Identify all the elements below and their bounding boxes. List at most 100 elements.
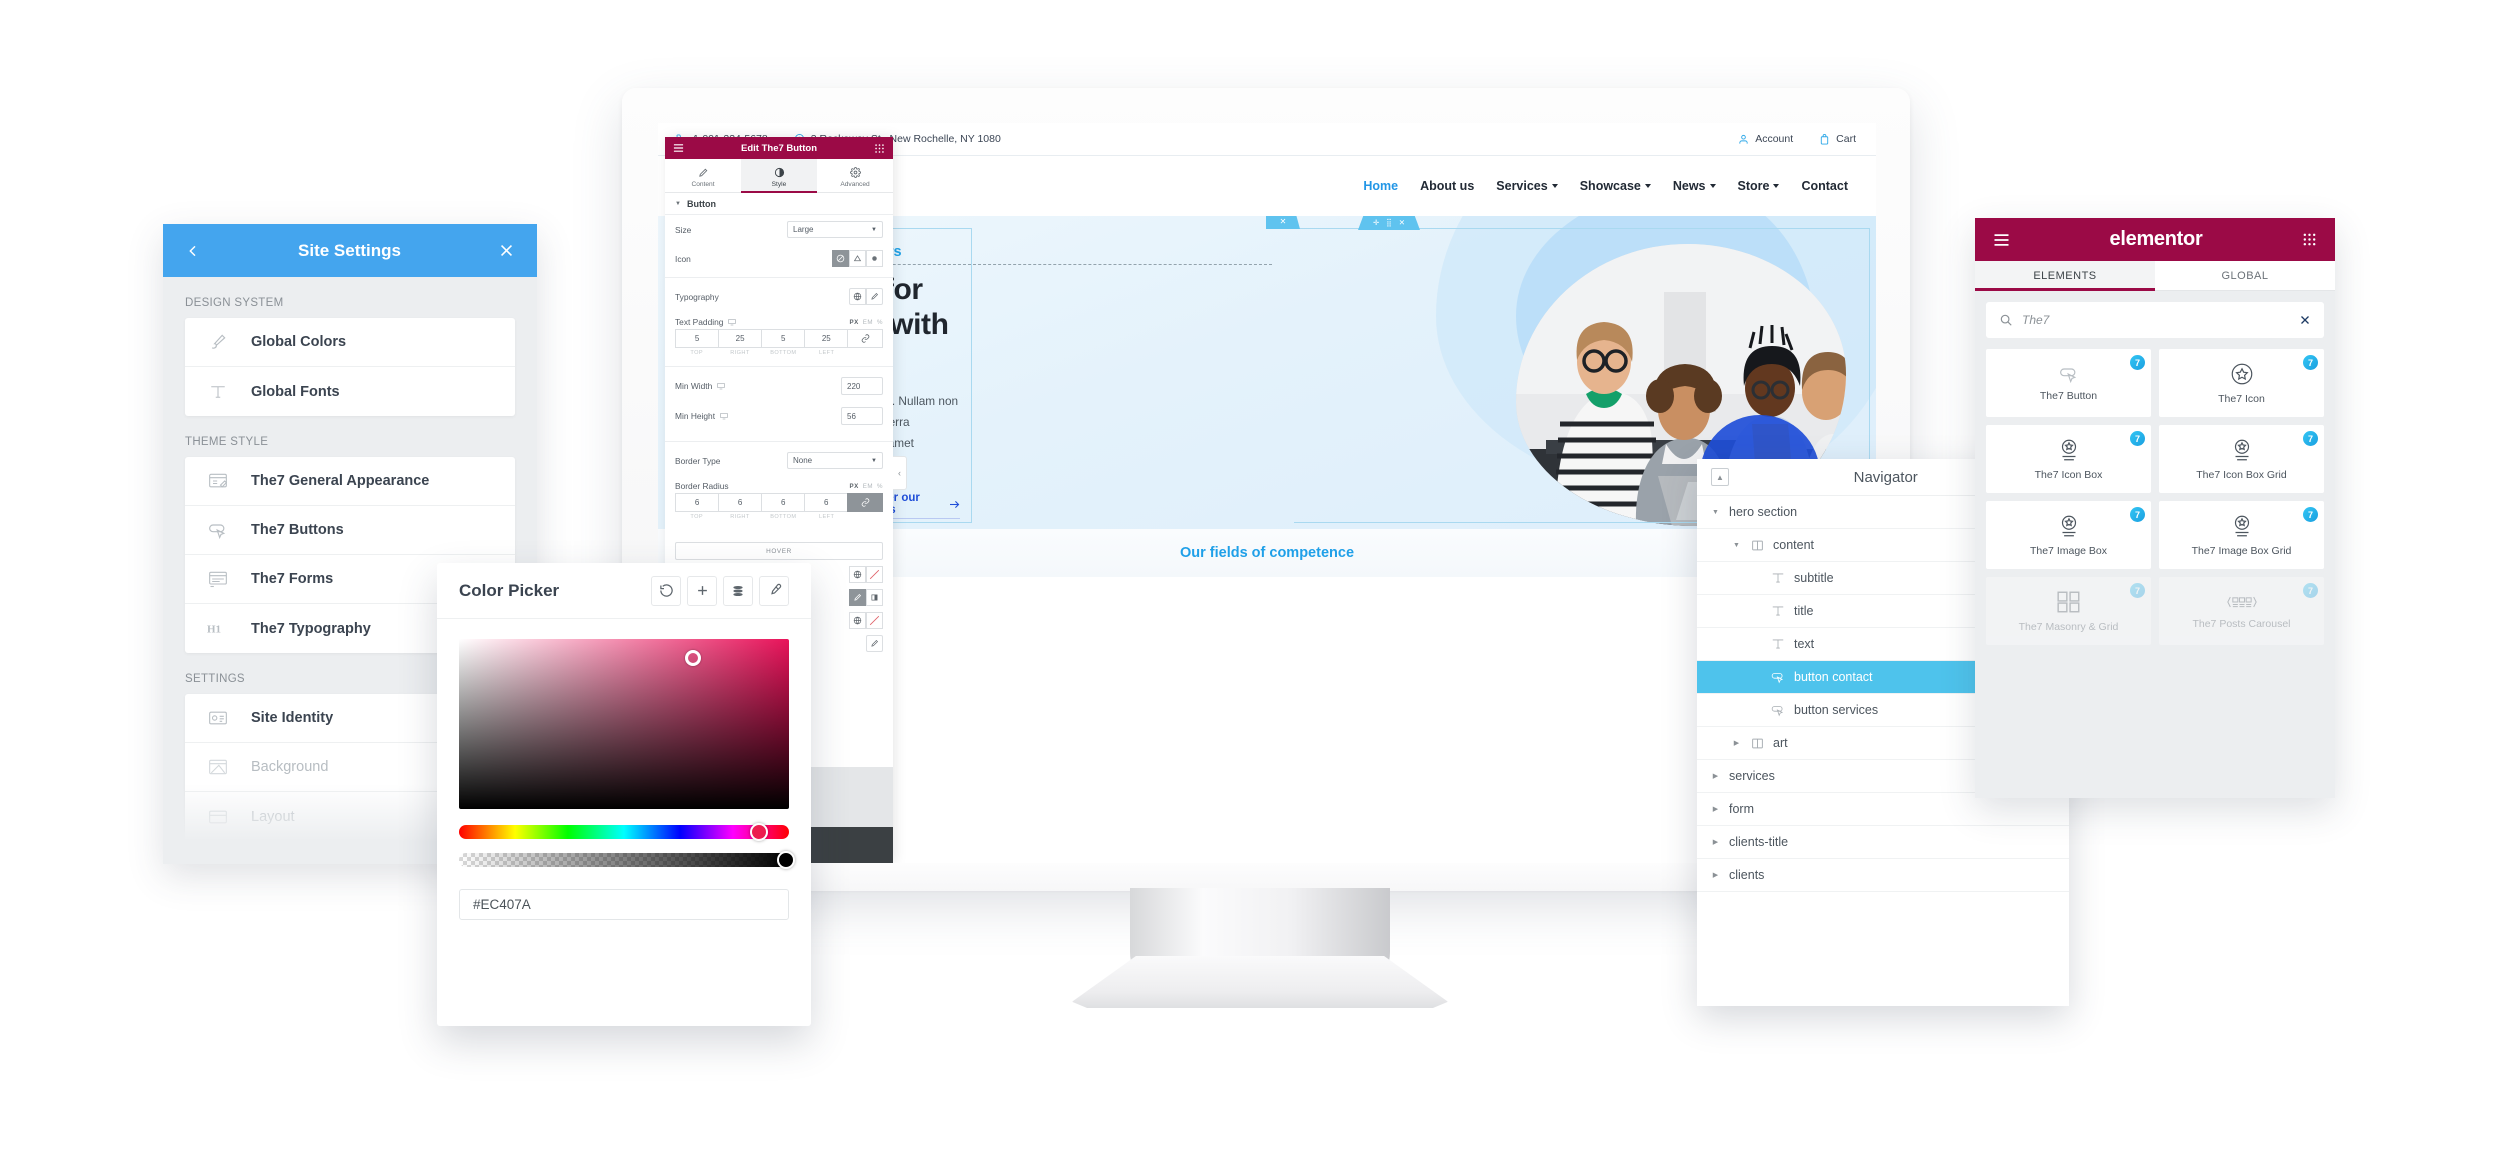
handle-icon[interactable]: ⣿ — [1386, 218, 1392, 227]
no-color-icon[interactable] — [866, 566, 883, 583]
no-color-icon[interactable] — [866, 612, 883, 629]
add-icon[interactable] — [687, 575, 717, 606]
hover-tab[interactable]: HOVER — [675, 542, 883, 560]
chevron-right-icon[interactable]: ▶ — [1711, 838, 1720, 846]
widget-card-the7-icon-box-grid[interactable]: 7 The7 Icon Box Grid — [2159, 425, 2324, 493]
settings-item-the7-general-appearance[interactable]: The7 General Appearance — [185, 457, 515, 506]
chevron-left-icon[interactable] — [185, 243, 201, 259]
padding-right-input[interactable]: 25 — [718, 329, 762, 348]
nav-item-showcase[interactable]: Showcase — [1580, 179, 1651, 193]
section-toolbar[interactable]: ✛ ⣿ ✕ — [1358, 216, 1420, 230]
tab-style[interactable]: Style — [741, 159, 817, 193]
size-select[interactable]: Large ▼ — [787, 221, 883, 238]
padding-left-input[interactable]: 25 — [804, 329, 848, 348]
border-type-select[interactable]: None ▼ — [787, 452, 883, 469]
edit-style-icon[interactable] — [866, 635, 883, 652]
nav-item-news[interactable]: News — [1673, 179, 1716, 193]
chevron-right-icon[interactable]: ▶ — [1711, 772, 1720, 780]
tab-content[interactable]: Content — [665, 159, 741, 192]
tab-elements[interactable]: ELEMENTS — [1975, 261, 2155, 291]
swatches-icon[interactable] — [723, 575, 753, 606]
widget-panel: elementor ELEMENTS GLOBAL The7 7 The7 But… — [1975, 218, 2335, 798]
radius-top-input[interactable]: 6 — [675, 493, 719, 512]
hue-slider[interactable] — [459, 823, 789, 841]
settings-item-global-fonts[interactable]: Global Fonts — [185, 367, 515, 416]
globe-icon[interactable] — [849, 288, 866, 305]
padding-bottom-input[interactable]: 5 — [761, 329, 805, 348]
min-width-input[interactable]: 220 — [841, 377, 883, 395]
edit-panel-section-button[interactable]: ▼ Button — [665, 193, 893, 215]
nav-item-about-us[interactable]: About us — [1420, 179, 1474, 193]
hero-close-tab[interactable]: ✕ — [1266, 216, 1300, 229]
globe-icon[interactable] — [849, 566, 866, 583]
chevron-down-icon — [1551, 184, 1558, 188]
alpha-slider-knob[interactable] — [776, 851, 795, 869]
panel-collapse-button[interactable]: ‹ — [893, 456, 907, 490]
navigator-item-clients-title[interactable]: ▶ clients-title — [1697, 826, 2069, 859]
alpha-slider[interactable] — [459, 851, 795, 869]
navigator-item-label: title — [1794, 604, 1814, 618]
chevron-down-icon[interactable]: ▼ — [1732, 542, 1741, 549]
widget-card-the7-icon-box[interactable]: 7 The7 Icon Box — [1986, 425, 2151, 493]
brush-icon[interactable] — [849, 589, 866, 606]
widget-card-the7-image-box-grid[interactable]: 7 The7 Image Box Grid — [2159, 501, 2324, 569]
widget-card-the7-image-box[interactable]: 7 The7 Image Box — [1986, 501, 2151, 569]
settings-item-the7-buttons[interactable]: The7 Buttons — [185, 506, 515, 555]
tab-global[interactable]: GLOBAL — [2155, 261, 2335, 290]
navigator-item-label: subtitle — [1794, 571, 1834, 585]
eyedropper-icon[interactable] — [759, 575, 789, 606]
topbar-cart[interactable]: Cart — [1819, 133, 1856, 145]
close-icon[interactable] — [2299, 314, 2311, 326]
padding-top-input[interactable]: 5 — [675, 329, 719, 348]
close-icon[interactable]: ✕ — [1399, 218, 1405, 227]
chevron-right-icon[interactable]: ▶ — [1711, 871, 1720, 879]
widget-card-the7-posts-carousel[interactable]: 7 The7 Posts Carousel — [2159, 577, 2324, 645]
radius-right-input[interactable]: 6 — [718, 493, 762, 512]
nav-item-contact[interactable]: Contact — [1801, 179, 1848, 193]
add-icon[interactable]: ✛ — [1373, 218, 1379, 227]
tab-advanced[interactable]: Advanced — [817, 159, 893, 192]
hex-input[interactable]: #EC407A — [459, 889, 789, 920]
border-radius-units[interactable]: PX EM % — [849, 483, 883, 490]
hamburger-icon[interactable] — [1993, 233, 2010, 247]
widget-card-the7-icon[interactable]: 7 The7 Icon — [2159, 349, 2324, 417]
chevron-right-icon[interactable]: ▶ — [1711, 805, 1720, 813]
grid-apps-icon[interactable] — [874, 143, 885, 154]
hamburger-icon[interactable] — [673, 143, 684, 153]
nav-item-store[interactable]: Store — [1738, 179, 1780, 193]
radius-side-labels: TOP RIGHT BOTTOM LEFT — [690, 514, 835, 520]
carousel-icon — [2226, 592, 2257, 612]
globe-icon[interactable] — [849, 612, 866, 629]
widget-panel-fade — [1975, 728, 2335, 798]
saturation-area[interactable] — [459, 639, 789, 809]
h1-icon: H1 — [207, 621, 229, 637]
topbar-account[interactable]: Account — [1738, 133, 1793, 145]
reset-icon[interactable] — [651, 575, 681, 606]
radius-left-input[interactable]: 6 — [804, 493, 848, 512]
navigator-item-clients[interactable]: ▶ clients — [1697, 859, 2069, 892]
min-height-input[interactable]: 56 — [841, 407, 883, 425]
close-icon[interactable] — [498, 242, 515, 259]
chevron-down-icon[interactable]: ▼ — [1711, 509, 1720, 516]
radius-link-toggle[interactable] — [847, 493, 883, 512]
nav-item-services[interactable]: Services — [1496, 179, 1558, 193]
text-padding-units[interactable]: PX EM % — [849, 319, 883, 326]
edit-style-icon[interactable] — [866, 288, 883, 305]
settings-item-global-colors[interactable]: Global Colors — [185, 318, 515, 367]
grid-apps-icon[interactable] — [2302, 232, 2317, 247]
saturation-cursor[interactable] — [685, 649, 702, 666]
nav-item-home[interactable]: Home — [1363, 179, 1398, 193]
collapse-icon[interactable]: ▲ — [1711, 468, 1729, 486]
icon-custom-button[interactable] — [849, 250, 866, 267]
search-input[interactable]: The7 — [1986, 302, 2324, 338]
padding-link-toggle[interactable] — [847, 329, 883, 348]
gradient-icon[interactable] — [866, 589, 883, 606]
radius-bottom-input[interactable]: 6 — [761, 493, 805, 512]
hue-slider-knob[interactable] — [750, 823, 769, 841]
typography-t-icon — [1771, 569, 1785, 587]
widget-card-the7-button[interactable]: 7 The7 Button — [1986, 349, 2151, 417]
icon-none-button[interactable] — [832, 250, 849, 267]
widget-card-the7-masonry-grid[interactable]: 7 The7 Masonry & Grid — [1986, 577, 2151, 645]
icon-dot-button[interactable] — [866, 250, 883, 267]
chevron-right-icon[interactable]: ▶ — [1732, 739, 1741, 747]
